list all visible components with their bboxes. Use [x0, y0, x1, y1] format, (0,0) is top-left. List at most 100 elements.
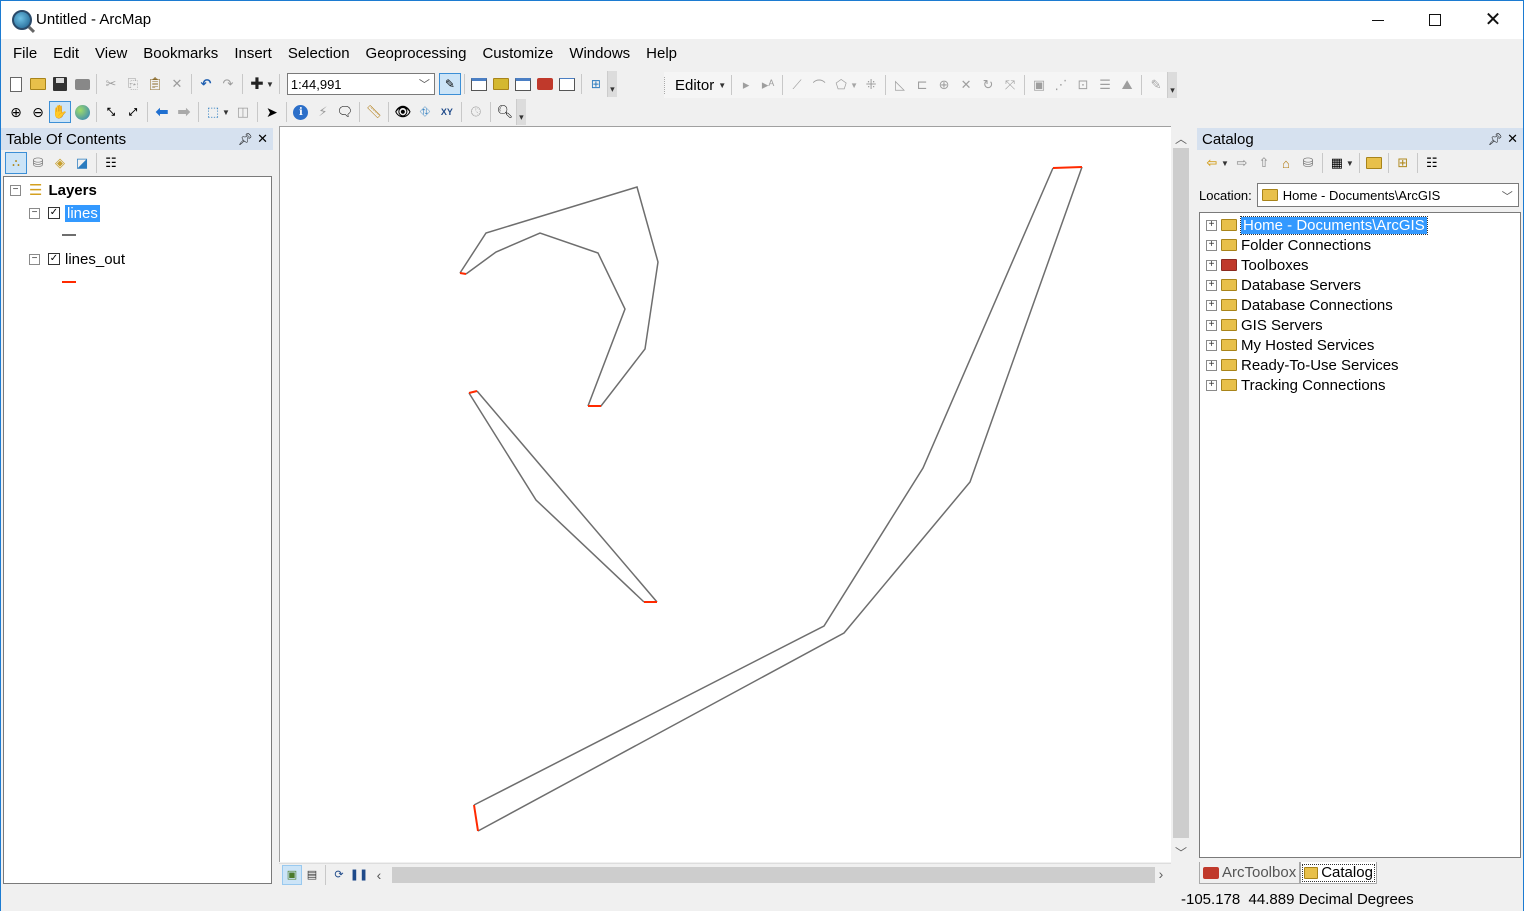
catalog-window-button[interactable] — [490, 73, 512, 95]
list-by-selection-button[interactable]: ◪ — [71, 152, 93, 174]
expand-icon[interactable]: + — [1206, 239, 1217, 251]
lines-out-feature[interactable] — [459, 272, 467, 275]
menu-geoprocessing[interactable]: Geoprocessing — [358, 41, 475, 67]
menu-windows[interactable]: Windows — [561, 41, 638, 67]
catalog-forward-button[interactable]: ⇨ — [1231, 152, 1253, 174]
lines-feature[interactable] — [468, 392, 645, 603]
expand-icon[interactable]: + — [1206, 379, 1217, 391]
cut-button[interactable]: ✂ — [100, 73, 122, 95]
toggle-contents-button[interactable]: ⊞ — [1392, 152, 1414, 174]
catalog-close-icon[interactable]: ✕ — [1507, 131, 1518, 147]
find-route-button[interactable]: ⛗ — [414, 101, 436, 123]
select-features-button[interactable]: ⬚ — [202, 101, 224, 123]
collapse-icon[interactable]: − — [10, 184, 21, 196]
home-button[interactable]: ⌂ — [1275, 152, 1297, 174]
scroll-down-icon[interactable]: ﹀ — [1171, 842, 1191, 862]
lines-feature[interactable] — [465, 232, 626, 407]
refresh-button[interactable]: ⟳ — [329, 865, 349, 885]
scroll-up-icon[interactable]: ︿ — [1171, 128, 1191, 148]
menu-help[interactable]: Help — [638, 41, 685, 67]
copy-button[interactable]: ⎘ — [122, 73, 144, 95]
clear-selection-button[interactable]: ◫ — [232, 101, 254, 123]
catalog-options-button[interactable]: ☷ — [1421, 152, 1443, 174]
save-button[interactable] — [49, 73, 71, 95]
fixed-zoom-in-button[interactable]: ⤡ — [100, 101, 122, 123]
annotation-edit-button[interactable]: ▸ᴬ — [757, 74, 779, 96]
table-of-contents-button[interactable] — [468, 73, 490, 95]
lines-out-feature[interactable] — [1052, 166, 1083, 169]
open-button[interactable] — [27, 73, 49, 95]
pan-button[interactable]: ✋ — [49, 101, 71, 123]
connect-database-button[interactable]: ⛁ — [1297, 152, 1319, 174]
topology-button[interactable]: ⋰ — [1050, 74, 1072, 96]
magnifier-button[interactable]: 🔍︎ — [494, 101, 516, 123]
expand-icon[interactable]: + — [1206, 259, 1217, 271]
tab-arctoolbox[interactable]: ArcToolbox — [1199, 862, 1301, 884]
catalog-item-database-connections[interactable]: + Database Connections — [1206, 295, 1393, 315]
zoom-in-button[interactable]: ⊕ — [5, 101, 27, 123]
list-by-source-button[interactable]: ⛁ — [27, 152, 49, 174]
hyperlink-button[interactable]: ⚡ — [312, 101, 334, 123]
attributes-button[interactable]: ☰ — [1094, 74, 1116, 96]
editor-toolbar-button[interactable]: ✎ — [438, 73, 461, 95]
go-forward-button[interactable]: ➡ — [173, 101, 195, 123]
layer-visibility-checkbox[interactable]: ✓ — [48, 253, 60, 265]
expand-icon[interactable]: + — [1206, 319, 1217, 331]
editor-dropdown[interactable]: ▼ — [718, 81, 726, 90]
catalog-item-my-hosted-services[interactable]: + My Hosted Services — [1206, 335, 1374, 355]
pin-icon[interactable]: 📌︎ — [1488, 132, 1503, 146]
collapse-icon[interactable]: − — [29, 207, 40, 219]
map-canvas[interactable] — [280, 127, 1172, 863]
layer-name[interactable]: lines — [65, 204, 100, 222]
expand-icon[interactable]: + — [1206, 359, 1217, 371]
measure-button[interactable]: 📏︎ — [363, 101, 385, 123]
search-window-button[interactable] — [512, 73, 534, 95]
layer-row-lines[interactable]: − ✓ lines — [29, 203, 100, 223]
catalog-item-toolboxes[interactable]: + Toolboxes — [1206, 255, 1309, 275]
menu-customize[interactable]: Customize — [474, 41, 561, 67]
sketch-tool-button[interactable]: ⁜ — [860, 74, 882, 96]
full-extent-button[interactable] — [71, 101, 93, 123]
toc-options-button[interactable]: ☷ — [100, 152, 122, 174]
layers-dataframe-row[interactable]: − ☰ Layers — [10, 180, 97, 200]
views-button[interactable]: ▦ — [1326, 152, 1348, 174]
data-view-button[interactable]: ▣ — [282, 864, 302, 885]
catalog-back-button[interactable]: ⇦ — [1201, 152, 1223, 174]
add-data-button[interactable]: ✚ — [246, 73, 268, 95]
collapse-icon[interactable]: − — [29, 253, 40, 265]
layout-view-button[interactable]: ▤ — [302, 865, 322, 885]
catalog-item-folder-connections[interactable]: + Folder Connections — [1206, 235, 1371, 255]
go-back-button[interactable]: ⬅ — [151, 101, 173, 123]
scroll-left-button[interactable]: ‹ — [369, 865, 389, 885]
lines-out-feature[interactable] — [473, 804, 479, 832]
edit-tool-button[interactable]: ▸ — [735, 74, 757, 96]
menu-bookmarks[interactable]: Bookmarks — [135, 41, 226, 67]
split-line-button[interactable]: ✕ — [955, 74, 977, 96]
catalog-item-gis-servers[interactable]: + GIS Servers — [1206, 315, 1323, 335]
find-button[interactable]: 👁︎ — [392, 101, 414, 123]
chevron-down-icon[interactable]: ﹀ — [1502, 188, 1513, 204]
minimize-button[interactable] — [1349, 1, 1407, 39]
model-builder-button[interactable]: ⊞ — [585, 73, 607, 95]
list-by-visibility-button[interactable]: ◈ — [49, 152, 71, 174]
cut-polygons-button[interactable]: ⊏ — [911, 74, 933, 96]
catalog-item-ready-to-use-services[interactable]: + Ready-To-Use Services — [1206, 355, 1399, 375]
catalog-item-home[interactable]: + Home - Documents\ArcGIS — [1206, 215, 1428, 235]
connect-to-folder-button[interactable] — [1363, 152, 1385, 174]
lines-feature[interactable] — [476, 390, 658, 603]
editor-menu[interactable]: Editor — [664, 76, 716, 94]
pin-icon[interactable]: 📌︎ — [238, 132, 253, 146]
time-slider-button[interactable]: 🕓︎ — [465, 101, 487, 123]
edit-vertices-button[interactable]: ▣ — [1028, 74, 1050, 96]
catalog-item-tracking-connections[interactable]: + Tracking Connections — [1206, 375, 1386, 395]
expand-icon[interactable]: + — [1206, 299, 1217, 311]
layer-visibility-checkbox[interactable]: ✓ — [48, 207, 60, 219]
rotate-button[interactable]: ↻ — [977, 74, 999, 96]
go-to-xy-button[interactable]: XY — [436, 101, 458, 123]
redo-button[interactable]: ↷ — [217, 73, 239, 95]
lines-symbol[interactable] — [62, 234, 76, 236]
toolbar-options-grip[interactable]: ▾ — [606, 71, 617, 97]
construction-dropdown[interactable]: ▼ — [850, 81, 858, 90]
layer-name[interactable]: lines_out — [65, 251, 125, 268]
map-vertical-scrollbar[interactable]: ︿ ﹀ — [1171, 126, 1191, 862]
